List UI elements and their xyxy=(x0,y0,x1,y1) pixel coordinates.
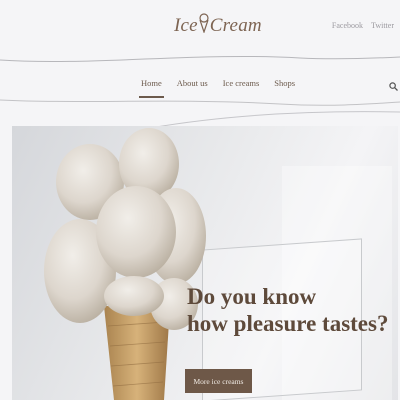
nav-item-about-us[interactable]: About us xyxy=(175,78,210,96)
hero-heading-line-2: how pleasure tastes? xyxy=(187,311,389,336)
site-logo[interactable]: Ice Cream xyxy=(174,13,262,39)
social-links: Facebook Twitter xyxy=(332,21,394,30)
ice-cream-cone-image xyxy=(44,128,206,400)
nav-item-home[interactable]: Home xyxy=(139,78,164,98)
hero-heading-line-1: Do you know xyxy=(187,284,317,309)
logo-text-left: Ice xyxy=(174,15,198,36)
hero-heading: Do you know how pleasure tastes? xyxy=(187,283,397,337)
more-ice-creams-button[interactable]: More ice creams xyxy=(185,369,252,393)
ice-cream-cone-icon xyxy=(199,13,209,39)
hero-banner xyxy=(12,126,398,400)
nav-item-shops[interactable]: Shops xyxy=(272,78,297,96)
nav-item-ice-creams[interactable]: Ice creams xyxy=(221,78,262,96)
logo-text-right: Cream xyxy=(209,15,262,36)
main-nav: Home About us Ice creams Shops xyxy=(139,78,297,98)
facebook-link[interactable]: Facebook xyxy=(332,21,363,30)
site-header: Ice Cream Facebook Twitter Home About us… xyxy=(0,0,400,132)
search-icon[interactable] xyxy=(389,78,398,91)
twitter-link[interactable]: Twitter xyxy=(371,21,394,30)
